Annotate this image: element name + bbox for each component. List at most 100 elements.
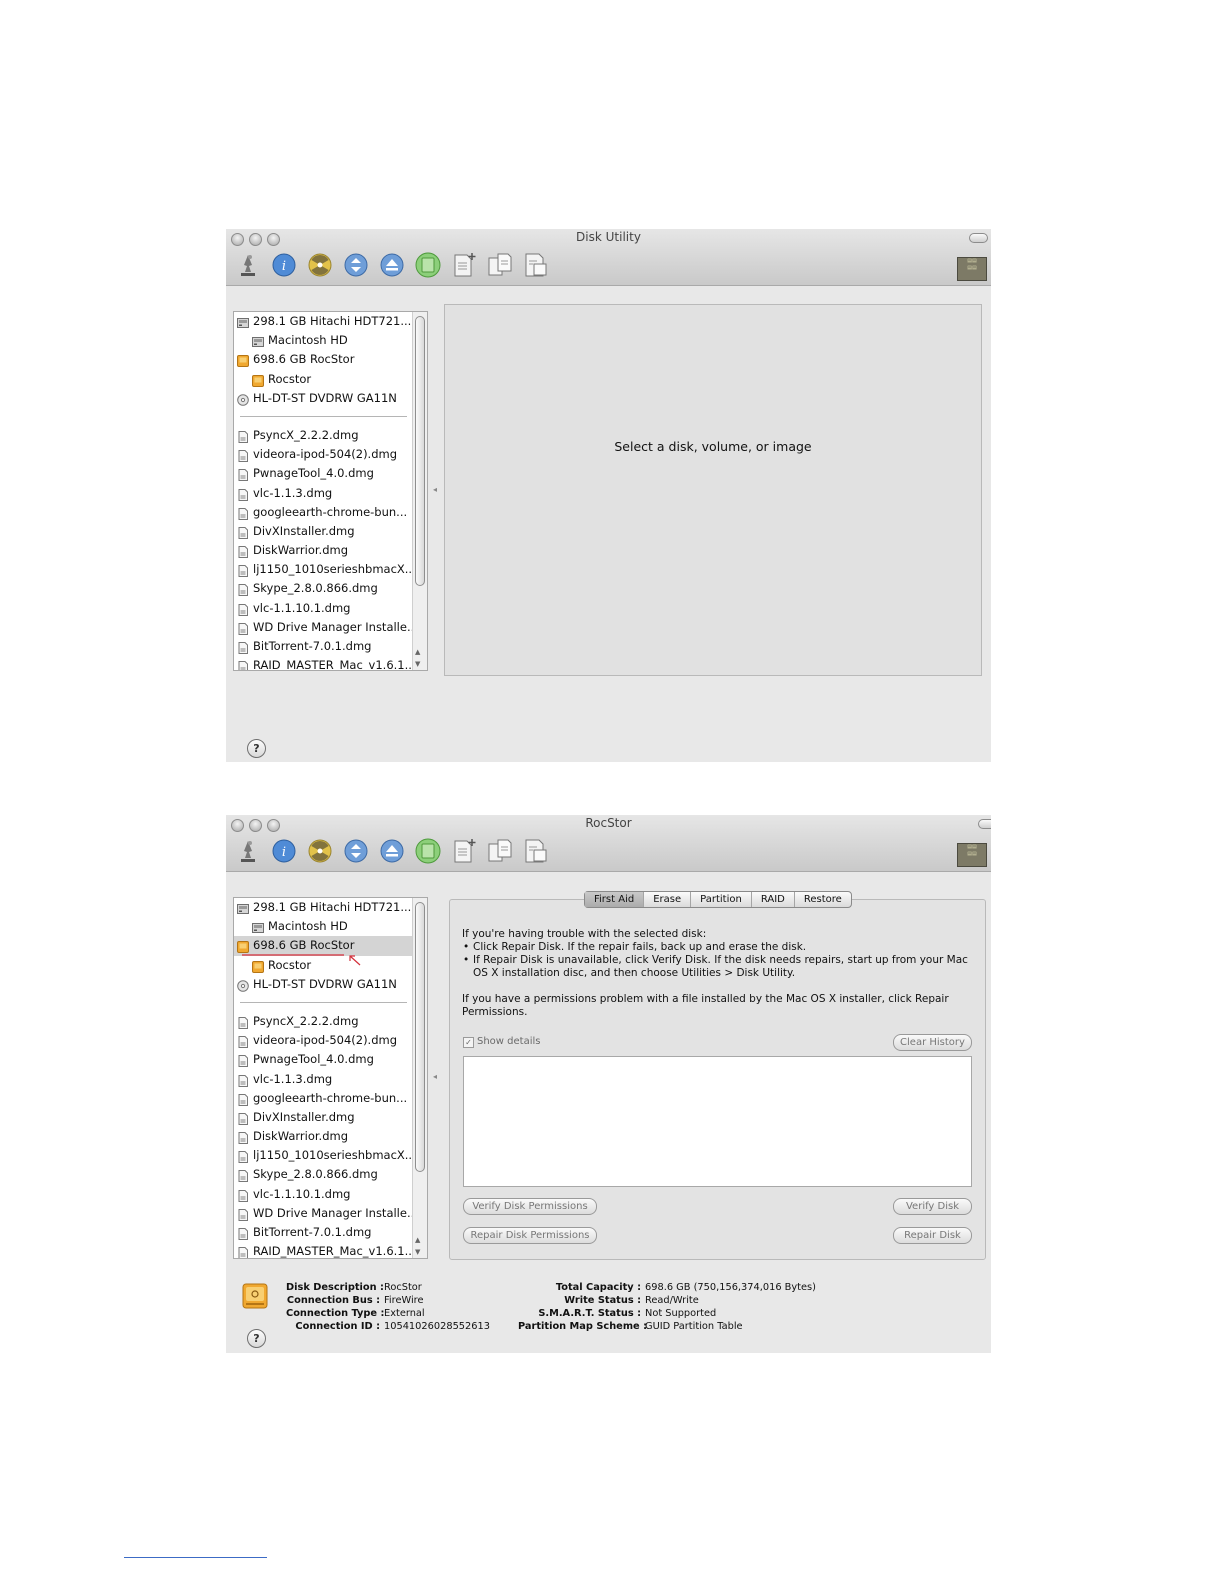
disk-image-item[interactable]: vlc-1.1.3.dmg xyxy=(234,484,427,503)
disk-image-item[interactable]: RAID_MASTER_Mac_v1.6.1... xyxy=(234,1242,427,1258)
disk-image-item[interactable]: PsyncX_2.2.2.dmg xyxy=(234,426,427,445)
clear-history-button[interactable]: Clear History xyxy=(893,1034,972,1051)
disk-list[interactable]: 298.1 GB Hitachi HDT721... Macintosh HD 69… xyxy=(233,311,428,671)
disk-image-item[interactable]: DiskWarrior.dmg xyxy=(234,1127,427,1146)
repair-disk-permissions-button[interactable]: Repair Disk Permissions xyxy=(463,1227,597,1244)
info-icon[interactable]: i xyxy=(270,251,298,279)
help-button[interactable]: ? xyxy=(247,739,266,758)
disk-image-item[interactable]: Skype_2.8.0.866.dmg xyxy=(234,579,427,598)
verify-disk-permissions-button[interactable]: Verify Disk Permissions xyxy=(463,1198,597,1215)
info-icon[interactable]: i xyxy=(270,837,298,865)
repair-disk-button[interactable]: Repair Disk xyxy=(893,1227,972,1244)
disk-image-item[interactable]: PwnageTool_4.0.dmg xyxy=(234,1050,427,1069)
disk-image-item[interactable]: WD Drive Manager Installe... xyxy=(234,1204,427,1223)
tab-restore[interactable]: Restore xyxy=(795,892,851,907)
burn-icon[interactable] xyxy=(306,837,334,865)
item-label: googleearth-chrome-bun... xyxy=(253,1090,408,1105)
convert-icon[interactable] xyxy=(486,837,514,865)
burn-icon[interactable] xyxy=(306,251,334,279)
disk-image-icon xyxy=(237,660,249,670)
split-view-handle[interactable]: ◂ xyxy=(433,1072,439,1081)
scrollbar-thumb[interactable] xyxy=(415,316,425,586)
disk-image-item[interactable]: vlc-1.1.10.1.dmg xyxy=(234,599,427,618)
new-image-icon[interactable] xyxy=(450,837,478,865)
scroll-down-arrow-icon[interactable]: ▼ xyxy=(415,660,420,668)
disk-image-item[interactable]: DiskWarrior.dmg xyxy=(234,541,427,560)
info-row: Write Status : Read/Write xyxy=(564,1295,699,1306)
verify-icon[interactable] xyxy=(234,837,262,865)
resize-image-icon[interactable] xyxy=(522,837,550,865)
disk-image-item[interactable]: Skype_2.8.0.866.dmg xyxy=(234,1165,427,1184)
disk-image-item[interactable]: vlc-1.1.3.dmg xyxy=(234,1070,427,1089)
disk-image-icon xyxy=(237,641,249,654)
log-icon[interactable]: ▤▤ ▤▤ xyxy=(957,257,987,281)
device-item[interactable]: Macintosh HD xyxy=(234,331,427,350)
item-label: DivXInstaller.dmg xyxy=(253,1109,355,1124)
device-item[interactable]: 298.1 GB Hitachi HDT721... xyxy=(234,312,427,331)
disk-image-item[interactable]: BitTorrent-7.0.1.dmg xyxy=(234,1223,427,1242)
details-log-area[interactable] xyxy=(463,1056,972,1187)
eject-icon[interactable] xyxy=(378,837,406,865)
disk-image-item[interactable]: videora-ipod-504(2).dmg xyxy=(234,1031,427,1050)
device-item[interactable]: Rocstor xyxy=(234,370,427,389)
item-label: Skype_2.8.0.866.dmg xyxy=(253,1167,378,1182)
disk-image-item[interactable]: WD Drive Manager Installe... xyxy=(234,618,427,637)
help-button[interactable]: ? xyxy=(247,1329,266,1348)
disk-list-scrollbar[interactable]: ▲ ▼ xyxy=(412,312,427,670)
optical-drive-icon xyxy=(237,393,249,406)
disk-image-item[interactable]: lj1150_1010serieshbmacX... xyxy=(234,560,427,579)
disk-image-item[interactable]: BitTorrent-7.0.1.dmg xyxy=(234,637,427,656)
info-row: Total Capacity :698.6 GB (750,156,374,01… xyxy=(555,1282,816,1293)
mount-icon[interactable] xyxy=(342,251,370,279)
mount-icon[interactable] xyxy=(342,837,370,865)
show-details-checkbox[interactable]: ✓ Show details xyxy=(463,1036,540,1048)
split-view-handle[interactable]: ◂ xyxy=(433,485,439,494)
device-item[interactable]: 298.1 GB Hitachi HDT721... xyxy=(234,898,427,917)
disk-image-item[interactable]: lj1150_1010serieshbmacX... xyxy=(234,1146,427,1165)
disk-image-item[interactable]: DivXInstaller.dmg xyxy=(234,522,427,541)
tab-raid[interactable]: RAID xyxy=(752,892,795,907)
verify-icon[interactable] xyxy=(234,251,262,279)
tab-erase[interactable]: Erase xyxy=(644,892,692,907)
item-label: DiskWarrior.dmg xyxy=(253,1129,348,1144)
disk-image-item[interactable]: PsyncX_2.2.2.dmg xyxy=(234,1012,427,1031)
disk-image-item[interactable]: videora-ipod-504(2).dmg xyxy=(234,445,427,464)
tab-partition[interactable]: Partition xyxy=(691,892,752,907)
tab-first-aid[interactable]: First Aid xyxy=(585,892,645,907)
device-item[interactable]: Macintosh HD xyxy=(234,917,427,936)
disk-image-icon xyxy=(237,1016,249,1029)
convert-icon[interactable] xyxy=(486,251,514,279)
disk-image-icon xyxy=(237,1208,249,1221)
verify-disk-button[interactable]: Verify Disk xyxy=(893,1198,972,1215)
enable-journaling-icon[interactable] xyxy=(414,251,442,279)
list-separator xyxy=(234,994,427,1012)
disk-image-item[interactable]: googleearth-chrome-bun... xyxy=(234,1089,427,1108)
log-icon[interactable]: ▤▤ ▤▤ xyxy=(957,843,987,867)
show-details-label: Show details xyxy=(477,1036,541,1047)
toolbar-toggle-button[interactable] xyxy=(978,819,991,829)
device-item[interactable]: HL-DT-ST DVDRW GA11N xyxy=(234,389,427,408)
new-image-icon[interactable] xyxy=(450,251,478,279)
item-label: PsyncX_2.2.2.dmg xyxy=(253,427,359,442)
eject-icon[interactable] xyxy=(378,251,406,279)
item-label: Skype_2.8.0.866.dmg xyxy=(253,581,378,596)
internal-disk-icon xyxy=(237,316,249,328)
disk-image-item[interactable]: vlc-1.1.10.1.dmg xyxy=(234,1185,427,1204)
enable-journaling-icon[interactable] xyxy=(414,837,442,865)
scroll-down-arrow-icon[interactable]: ▼ xyxy=(415,1248,420,1256)
first-aid-instructions: If you're having trouble with the select… xyxy=(462,928,972,1019)
scrollbar-thumb[interactable] xyxy=(415,902,425,1172)
device-item[interactable]: 698.6 GB RocStor xyxy=(234,350,427,369)
scroll-up-arrow-icon[interactable]: ▲ xyxy=(415,648,420,656)
info-row: Connection Bus : FireWire xyxy=(286,1295,424,1306)
disk-image-item[interactable]: DivXInstaller.dmg xyxy=(234,1108,427,1127)
scroll-up-arrow-icon[interactable]: ▲ xyxy=(415,1236,420,1244)
disk-list-scrollbar[interactable]: ▲ ▼ xyxy=(412,898,427,1258)
disk-image-item[interactable]: googleearth-chrome-bun... xyxy=(234,503,427,522)
disk-image-item[interactable]: RAID_MASTER_Mac_v1.6.1... xyxy=(234,656,427,670)
device-item[interactable]: HL-DT-ST DVDRW GA11N xyxy=(234,975,427,994)
toolbar-toggle-button[interactable] xyxy=(969,233,988,243)
disk-image-item[interactable]: PwnageTool_4.0.dmg xyxy=(234,464,427,483)
resize-image-icon[interactable] xyxy=(522,251,550,279)
instruction-list: Click Repair Disk. If the repair fails, … xyxy=(462,941,972,980)
